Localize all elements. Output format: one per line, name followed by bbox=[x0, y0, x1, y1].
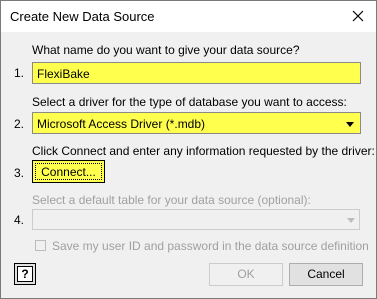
step-number-2: 2. bbox=[14, 117, 25, 131]
help-button[interactable]: ? bbox=[14, 263, 36, 285]
data-source-name-input[interactable]: FlexiBake bbox=[32, 62, 361, 84]
title-bar: Create New Data Source bbox=[1, 1, 376, 32]
step-number-3: 3. bbox=[14, 166, 25, 180]
help-icon: ? bbox=[17, 266, 33, 282]
data-source-name-value: FlexiBake bbox=[37, 67, 90, 81]
connect-button-label: Connect... bbox=[35, 163, 102, 180]
connect-prompt: Click Connect and enter any information … bbox=[32, 144, 375, 158]
connect-button[interactable]: Connect... bbox=[32, 160, 105, 183]
driver-select-value: Microsoft Access Driver (*.mdb) bbox=[37, 117, 206, 131]
chevron-down-icon[interactable] bbox=[342, 115, 358, 133]
step-number-1: 1. bbox=[14, 66, 25, 80]
driver-prompt: Select a driver for the type of database… bbox=[32, 95, 347, 109]
default-table-select[interactable] bbox=[32, 209, 360, 230]
close-icon[interactable] bbox=[350, 8, 366, 24]
dialog-title: Create New Data Source bbox=[10, 9, 155, 24]
driver-select[interactable]: Microsoft Access Driver (*.mdb) bbox=[32, 112, 361, 134]
default-table-prompt: Select a default table for your data sou… bbox=[32, 193, 311, 207]
chevron-down-icon bbox=[347, 218, 355, 223]
save-credentials-label: Save my user ID and password in the data… bbox=[52, 239, 369, 253]
ok-button[interactable]: OK bbox=[209, 263, 283, 286]
name-prompt: What name do you want to give your data … bbox=[32, 43, 300, 57]
cancel-button[interactable]: Cancel bbox=[289, 263, 363, 286]
save-credentials-checkbox[interactable] bbox=[35, 240, 46, 251]
step-number-4: 4. bbox=[14, 213, 25, 227]
create-data-source-dialog: Create New Data Source What name do you … bbox=[0, 0, 377, 299]
